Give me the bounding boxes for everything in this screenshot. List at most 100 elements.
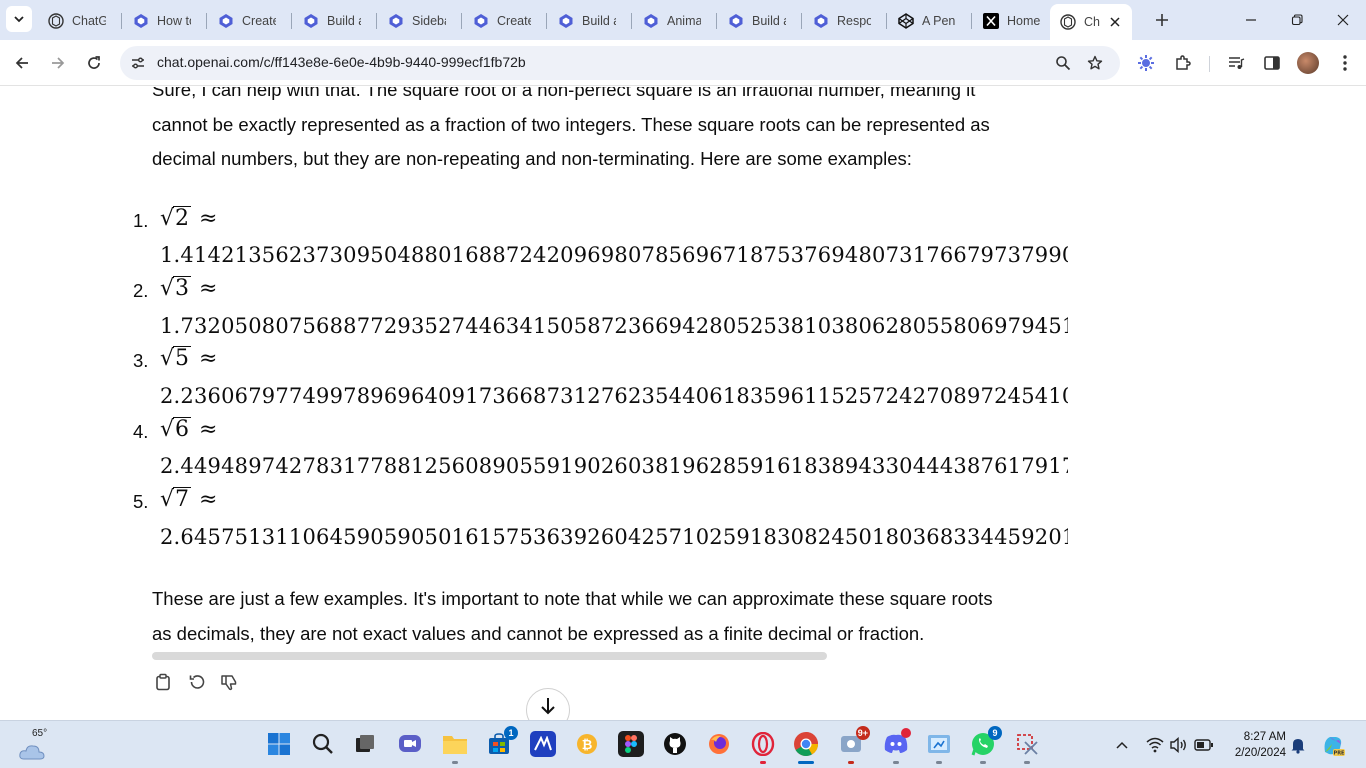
bookmark-star-icon[interactable] xyxy=(1086,54,1104,72)
close-window-button[interactable] xyxy=(1320,0,1366,40)
media-control-icon[interactable] xyxy=(1225,52,1247,74)
code-editor-icon[interactable] xyxy=(530,731,556,757)
outro-paragraph: These are just a few examples. It's impo… xyxy=(152,582,1072,651)
tab-title: A Pen b xyxy=(922,14,956,28)
new-tab-button[interactable] xyxy=(1150,8,1174,32)
chevron-down-icon xyxy=(14,16,24,23)
volume-icon[interactable] xyxy=(1170,735,1188,755)
running-indicator xyxy=(893,761,899,764)
horizontal-scrollbar[interactable] xyxy=(152,652,827,660)
wifi-icon[interactable] xyxy=(1146,735,1164,755)
browser-tab[interactable]: Create xyxy=(473,8,538,34)
intro-line: decimal numbers, but they are non-repeat… xyxy=(152,148,912,169)
bitcoin-wallet-icon[interactable]: ₿ xyxy=(574,731,600,757)
svg-text:PRE: PRE xyxy=(1334,751,1346,757)
chrome-icon[interactable] xyxy=(793,731,819,757)
opera-icon[interactable] xyxy=(750,731,776,757)
chevron-up-icon[interactable] xyxy=(1114,735,1130,755)
reload-button[interactable] xyxy=(82,51,106,75)
tab-search-button[interactable] xyxy=(6,6,32,32)
whatsapp-icon[interactable]: 9 xyxy=(970,726,1002,757)
notification-bell-icon[interactable] xyxy=(1290,735,1306,755)
radicand: 7 xyxy=(173,487,192,512)
tab-title: Animat xyxy=(667,14,701,28)
sqrt-decimal-value: 2.64575131106459059050161575363926042571… xyxy=(160,525,1068,549)
address-bar[interactable]: chat.openai.com/c/ff143e8e-6e0e-4b9b-944… xyxy=(120,46,1120,80)
microsoft-store-icon[interactable]: 1 xyxy=(486,726,518,757)
browser-tab[interactable]: Create xyxy=(218,8,283,34)
approx-symbol: ≈ xyxy=(199,346,218,371)
tab-separator xyxy=(546,13,547,29)
intro-paragraph: Sure, I can help with that. The square r… xyxy=(152,87,1072,177)
outro-line: These are just a few examples. It's impo… xyxy=(152,588,993,609)
codepen-like-icon xyxy=(558,13,574,29)
browser-tab[interactable]: How to xyxy=(133,8,198,34)
codepen-like-icon xyxy=(388,13,404,29)
radical-sign: √ xyxy=(160,206,175,231)
snip-sketch-icon[interactable] xyxy=(1014,731,1040,757)
weather-widget[interactable]: 65° xyxy=(18,728,48,760)
browser-tab[interactable]: Sidebar xyxy=(388,8,453,34)
discord-icon[interactable] xyxy=(883,728,911,757)
browser-tab[interactable]: Home xyxy=(983,8,1048,34)
tab-separator xyxy=(461,13,462,29)
browser-tab[interactable]: Build a xyxy=(728,8,793,34)
minimize-button[interactable] xyxy=(1228,0,1274,40)
radicand: 3 xyxy=(173,276,192,301)
system-clock[interactable]: 8:27 AM 2/20/2024 xyxy=(1222,729,1286,761)
back-button[interactable] xyxy=(10,51,34,75)
profile-avatar[interactable] xyxy=(1297,52,1319,74)
browser-tab[interactable]: A Pen b xyxy=(898,8,963,34)
outro-line: as decimals, they are not exact values a… xyxy=(152,622,925,644)
browser-tab[interactable]: Ch xyxy=(1050,4,1132,40)
close-tab-icon[interactable] xyxy=(1110,14,1120,30)
copy-icon[interactable] xyxy=(152,671,174,693)
chatgpt-icon xyxy=(48,13,64,29)
firefox-icon[interactable] xyxy=(706,731,732,757)
sqrt-expression: √ 3 ≈ xyxy=(160,276,217,301)
url-text[interactable]: chat.openai.com/c/ff143e8e-6e0e-4b9b-944… xyxy=(157,54,526,70)
scroll-down-button[interactable] xyxy=(526,688,570,720)
tab-title: Build a xyxy=(327,14,361,28)
x-icon xyxy=(983,13,999,29)
task-view-icon[interactable] xyxy=(352,731,378,757)
browser-tab[interactable]: Animat xyxy=(643,8,708,34)
tab-title: Build a xyxy=(752,14,786,28)
thumbs-down-icon[interactable] xyxy=(218,671,240,693)
meet-chat-icon[interactable] xyxy=(397,731,423,757)
snipping-tool-icon[interactable] xyxy=(926,731,952,757)
site-info-icon[interactable] xyxy=(130,55,146,71)
zoom-icon[interactable] xyxy=(1054,54,1072,72)
list-item-number: 2. xyxy=(133,280,149,301)
extension-gear-icon[interactable] xyxy=(1135,52,1157,74)
codepen-like-icon xyxy=(303,13,319,29)
windows-taskbar: 65° 1 ₿ 9+ 9 8:27 AM 2/20/2024 PRE xyxy=(0,720,1366,768)
list-item-number: 1. xyxy=(133,210,149,231)
sqrt-decimal-value: 1.73205080756887729352744634150587236694… xyxy=(160,314,1068,338)
radical-sign: √ xyxy=(160,276,175,301)
browser-tab[interactable]: Build a xyxy=(303,8,368,34)
figma-icon[interactable] xyxy=(618,731,644,757)
clock-date: 2/20/2024 xyxy=(1234,747,1286,759)
restore-button[interactable] xyxy=(1274,0,1320,40)
menu-kebab-icon[interactable] xyxy=(1334,52,1356,74)
browser-tab[interactable]: ChatGPT xyxy=(48,8,113,34)
regenerate-icon[interactable] xyxy=(186,671,208,693)
windows-start-icon[interactable] xyxy=(266,731,292,757)
sqrt-expression: √ 2 ≈ xyxy=(160,206,217,231)
copilot-icon[interactable]: PRE xyxy=(1320,731,1346,759)
discord-dot xyxy=(901,728,911,738)
github-icon[interactable] xyxy=(662,731,688,757)
sqrt-symbol: √ 7 xyxy=(160,487,192,512)
battery-icon[interactable] xyxy=(1194,735,1214,755)
search-icon[interactable] xyxy=(310,731,336,757)
extensions-puzzle-icon[interactable] xyxy=(1172,52,1194,74)
side-panel-icon[interactable] xyxy=(1261,52,1283,74)
running-indicator xyxy=(760,761,766,764)
forward-button[interactable] xyxy=(46,51,70,75)
file-explorer-icon[interactable] xyxy=(442,731,468,757)
developer-tools-icon[interactable]: 9+ xyxy=(838,726,870,757)
browser-tab[interactable]: Respon xyxy=(813,8,878,34)
browser-tab[interactable]: Build a xyxy=(558,8,623,34)
approx-symbol: ≈ xyxy=(199,487,218,512)
